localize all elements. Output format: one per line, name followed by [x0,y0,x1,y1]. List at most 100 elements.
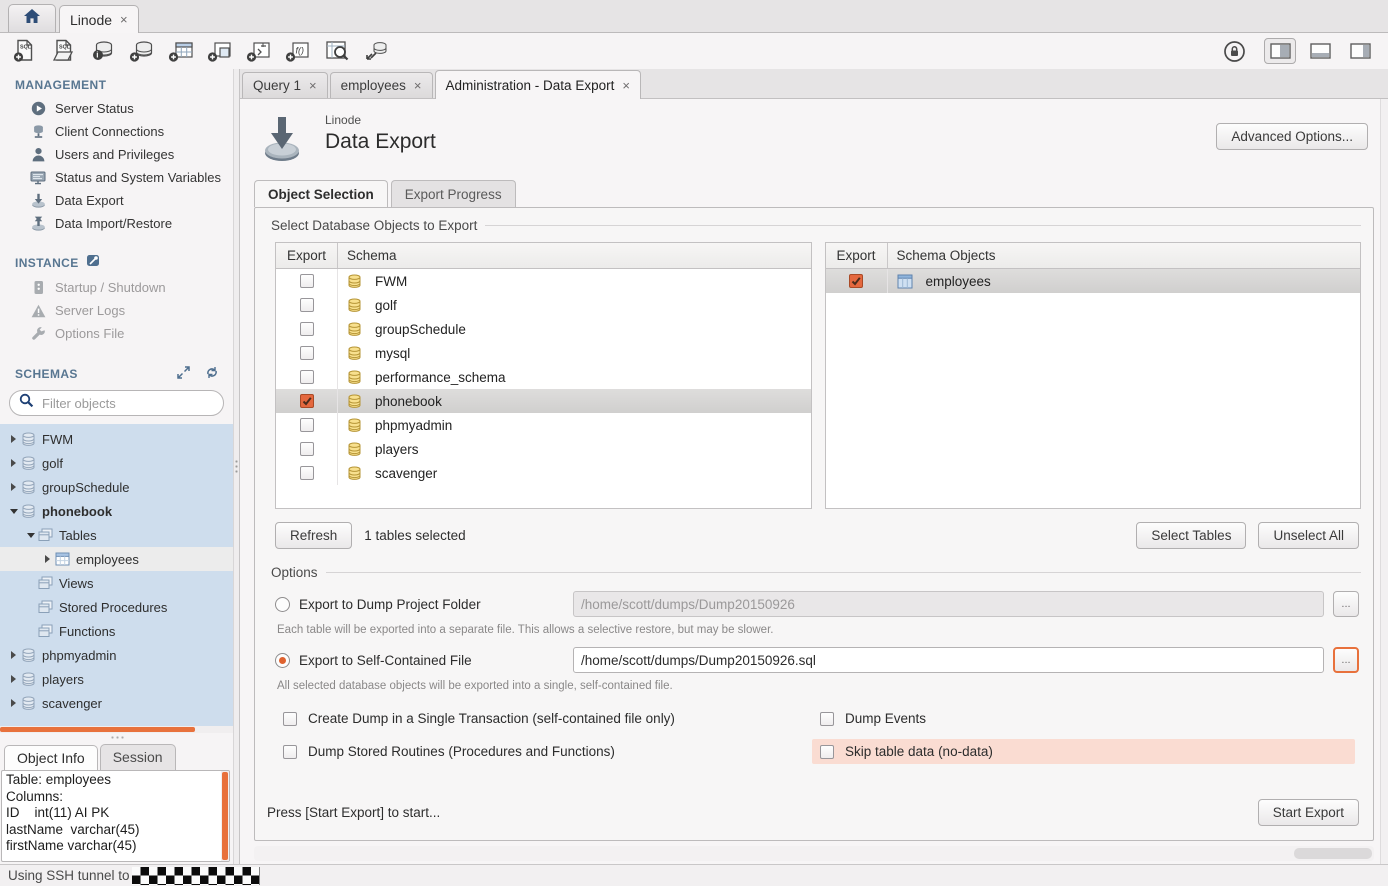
sidebar-item-data-import-restore[interactable]: Data Import/Restore [0,212,233,235]
option-dump-stored-routines-procedures-and-func[interactable]: Dump Stored Routines (Procedures and Fun… [275,739,812,764]
sidebar-item-server-status[interactable]: Server Status [0,97,233,120]
tree-item-phonebook[interactable]: phonebook [0,499,233,523]
expand-arrow-icon[interactable] [42,555,53,563]
table-row-performance_schema[interactable]: performance_schema [276,365,811,389]
sidebar-item-server-logs[interactable]: Server Logs [0,299,233,322]
table-row-golf[interactable]: golf [276,293,811,317]
table-row-mysql[interactable]: mysql [276,341,811,365]
connection-tab-linode[interactable]: Linode × [59,5,139,33]
table-row-employees[interactable]: employees [826,269,1361,293]
sidebar-item-options-file[interactable]: Options File [0,322,233,345]
tree-item-views[interactable]: Views [0,571,233,595]
export-checkbox[interactable] [300,418,314,432]
advanced-options-button[interactable]: Advanced Options... [1216,123,1368,150]
tree-item-golf[interactable]: golf [0,451,233,475]
dump-folder-browse-button[interactable]: ... [1333,591,1359,617]
option-checkbox[interactable] [283,712,297,726]
sidebar-item-status-and-system-variables[interactable]: Status and System Variables [0,166,233,189]
main-vscrollbar[interactable] [1380,99,1388,864]
sidebar-item-data-export[interactable]: Data Export [0,189,233,212]
close-tab-icon[interactable]: × [414,78,422,93]
close-icon[interactable]: × [120,12,128,27]
close-tab-icon[interactable]: × [622,78,630,93]
search-table-data-icon[interactable] [322,38,352,65]
refresh-button[interactable]: Refresh [275,522,352,549]
tree-item-phpmyadmin[interactable]: phpmyadmin [0,643,233,667]
table-row-FWM[interactable]: FWM [276,269,811,293]
home-tab[interactable] [8,4,56,32]
export-checkbox[interactable] [849,274,863,288]
expand-arrow-icon[interactable] [8,651,19,659]
sidebar-splitter-handle[interactable] [0,733,233,742]
export-checkbox[interactable] [300,322,314,336]
option-dump-events[interactable]: Dump Events [812,706,1355,731]
tree-item-employees[interactable]: employees [0,547,233,571]
open-sql-script-icon[interactable]: SQL [49,38,79,65]
tree-item-groupschedule[interactable]: groupSchedule [0,475,233,499]
main-hscrollbar[interactable] [254,846,1374,861]
export-checkbox[interactable] [300,274,314,288]
table-row-phpmyadmin[interactable]: phpmyadmin [276,413,811,437]
collapse-arrow-icon[interactable] [25,533,36,538]
vscrollbar-thumb[interactable] [222,772,228,860]
tree-item-scavenger[interactable]: scavenger [0,691,233,715]
tree-item-fwm[interactable]: FWM [0,427,233,451]
reconnect-db-icon[interactable] [361,38,391,65]
option-checkbox[interactable] [283,745,297,759]
tree-item-tables[interactable]: Tables [0,523,233,547]
export-checkbox[interactable] [300,442,314,456]
editor-tab-administration-data-export[interactable]: Administration - Data Export× [435,70,641,99]
tab-object-info[interactable]: Object Info [4,745,98,771]
export-checkbox[interactable] [300,466,314,480]
expand-arrow-icon[interactable] [8,675,19,683]
unselect-all-button[interactable]: Unselect All [1258,522,1359,549]
create-view-icon[interactable] [205,38,235,65]
sidebar-item-users-and-privileges[interactable]: Users and Privileges [0,143,233,166]
toggle-bottom-panel-icon[interactable] [1304,38,1336,64]
option-checkbox[interactable] [820,745,834,759]
table-row-groupSchedule[interactable]: groupSchedule [276,317,811,341]
tree-item-players[interactable]: players [0,667,233,691]
close-tab-icon[interactable]: × [309,78,317,93]
option-checkbox[interactable] [820,712,834,726]
option-create-dump-in-a-single-transaction-self[interactable]: Create Dump in a Single Transaction (sel… [275,706,812,731]
create-function-icon[interactable]: f() [283,38,313,65]
toggle-left-sidebar-icon[interactable] [1264,38,1296,64]
create-procedure-icon[interactable] [244,38,274,65]
table-row-phonebook[interactable]: phonebook [276,389,811,413]
expand-arrow-icon[interactable] [8,483,19,491]
option-skip-table-data-no-data-[interactable]: Skip table data (no-data) [812,739,1355,764]
table-row-players[interactable]: players [276,437,811,461]
expand-arrow-icon[interactable] [8,459,19,467]
hscrollbar-thumb[interactable] [0,727,195,732]
main-splitter[interactable] [233,69,240,864]
subtab-object-selection[interactable]: Object Selection [254,180,388,207]
tab-session[interactable]: Session [100,744,176,770]
dump-folder-path-input[interactable] [573,591,1324,617]
table-row-scavenger[interactable]: scavenger [276,461,811,485]
new-sql-tab-icon[interactable]: SQL [10,38,40,65]
self-contained-radio[interactable] [275,653,290,668]
export-checkbox[interactable] [300,394,314,408]
self-contained-path-input[interactable] [573,647,1324,673]
dump-folder-radio[interactable] [275,597,290,612]
create-schema-icon[interactable] [127,38,157,65]
expand-schemas-icon[interactable] [177,366,190,382]
start-export-button[interactable]: Start Export [1258,799,1359,826]
sidebar-item-startup-shutdown[interactable]: Startup / Shutdown [0,276,233,299]
tree-item-stored-procedures[interactable]: Stored Procedures [0,595,233,619]
inspect-database-icon[interactable]: i [88,38,118,65]
create-table-icon[interactable] [166,38,196,65]
export-checkbox[interactable] [300,370,314,384]
subtab-export-progress[interactable]: Export Progress [391,180,516,207]
editor-tab-query-1[interactable]: Query 1× [242,72,328,98]
main-hscrollbar-thumb[interactable] [1294,848,1372,859]
collapse-arrow-icon[interactable] [8,509,19,514]
refresh-schemas-icon[interactable] [205,366,219,382]
editor-tab-employees[interactable]: employees× [330,72,433,98]
toggle-right-panel-icon[interactable] [1344,38,1376,64]
schema-tree-hscrollbar[interactable] [0,726,233,733]
object-info-vscrollbar[interactable] [221,771,229,861]
expand-arrow-icon[interactable] [8,435,19,443]
sidebar-item-client-connections[interactable]: Client Connections [0,120,233,143]
